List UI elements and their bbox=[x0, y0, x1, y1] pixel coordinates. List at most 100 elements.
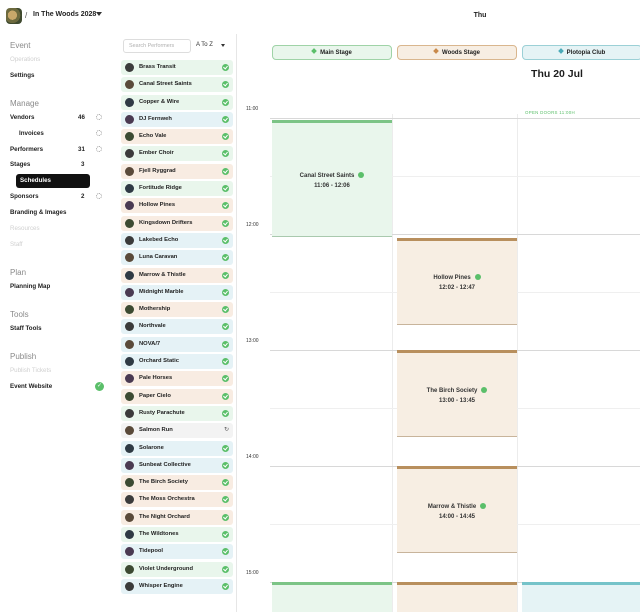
performer-name: Canal Street Saints bbox=[139, 81, 192, 88]
performer-row[interactable]: The Moss Orchestra bbox=[121, 492, 233, 508]
block-time: 12:02 - 12:47 bbox=[438, 285, 476, 292]
performer-name: Solarone bbox=[139, 444, 164, 451]
stage-name: Woods Stage bbox=[442, 50, 480, 56]
block-performer-name: Marrow & Thistle bbox=[397, 502, 517, 510]
check-circle-icon bbox=[222, 185, 229, 193]
performer-row[interactable]: Brass Transit bbox=[121, 60, 233, 75]
event-title[interactable]: In The Woods 2028 bbox=[33, 11, 96, 18]
performer-name: Tidepool bbox=[139, 548, 164, 555]
schedule-block[interactable]: Hollow Pines 12:02 - 12:47 bbox=[397, 237, 517, 325]
performer-row[interactable]: Violet Underground bbox=[121, 561, 233, 577]
performer-list: Brass Transit Canal Street Saints Copper &… bbox=[121, 60, 233, 596]
gear-icon[interactable] bbox=[96, 146, 102, 152]
schedule-block[interactable]: Canal Street Saints 11:06 - 12:06 bbox=[272, 120, 392, 237]
performer-row[interactable]: Hollow Pines bbox=[121, 198, 233, 214]
sidebar: Event Operations Settings Manage Vendors… bbox=[0, 34, 112, 612]
sidebar-item-schedules[interactable]: Schedules bbox=[16, 174, 90, 188]
date-heading: Thu 20 Jul bbox=[531, 68, 583, 80]
performer-row[interactable]: NOVA/7 bbox=[121, 336, 233, 352]
avatar bbox=[125, 391, 134, 401]
performer-row[interactable]: Orchard Static bbox=[121, 354, 233, 370]
schedule-block[interactable] bbox=[522, 581, 640, 612]
event-logo-icon[interactable] bbox=[6, 8, 22, 24]
performer-row[interactable]: Lakebed Echo bbox=[121, 232, 233, 248]
performer-row[interactable]: Rusty Parachute bbox=[121, 405, 233, 421]
avatar bbox=[125, 270, 134, 280]
stage-color-icon bbox=[557, 48, 564, 54]
stage-tab[interactable]: Plotopia Club bbox=[522, 45, 640, 60]
gear-icon[interactable] bbox=[96, 193, 102, 199]
avatar bbox=[125, 322, 134, 332]
schedule-block[interactable]: The Moss Orchestra bbox=[397, 581, 517, 612]
sidebar-item-operations: Operations bbox=[10, 56, 41, 63]
performer-row[interactable]: Mothership bbox=[121, 302, 233, 318]
performer-name: Salmon Run bbox=[139, 427, 173, 434]
performer-row[interactable]: Whisper Engine bbox=[121, 578, 233, 594]
gear-icon[interactable] bbox=[96, 130, 102, 136]
performer-row[interactable]: The Birch Society bbox=[121, 475, 233, 491]
block-title: Marrow & Thistle bbox=[427, 503, 477, 510]
schedule-block[interactable]: The Birch Society 13:00 - 13:45 bbox=[397, 350, 517, 437]
check-circle-icon bbox=[222, 444, 229, 452]
sidebar-item-invoices[interactable]: Invoices bbox=[19, 130, 44, 137]
performer-name: Paper Cielo bbox=[139, 392, 171, 399]
performer-row[interactable]: Midnight Marble bbox=[121, 284, 233, 300]
performer-row[interactable]: Salmon Run ↻ bbox=[121, 423, 233, 439]
performer-row[interactable]: Paper Cielo bbox=[121, 388, 233, 404]
performers-count: 31 bbox=[78, 146, 85, 153]
check-circle-icon bbox=[222, 531, 229, 539]
sidebar-item-stages[interactable]: Stages bbox=[10, 161, 30, 168]
check-circle-icon bbox=[222, 323, 229, 331]
avatar bbox=[125, 235, 134, 245]
avatar bbox=[125, 530, 134, 540]
performer-row[interactable]: Copper & Wire bbox=[121, 94, 233, 110]
performer-row[interactable]: Luna Caravan bbox=[121, 250, 233, 266]
performer-row[interactable]: Canal Street Saints bbox=[121, 77, 233, 93]
search-performers-input[interactable]: Search Performers bbox=[123, 39, 191, 53]
chevron-down-icon[interactable] bbox=[96, 12, 102, 16]
avatar bbox=[125, 149, 134, 159]
performer-row[interactable]: Kingsdown Drifters bbox=[121, 215, 233, 231]
schedule-grid: Thu 20 Jul OPEN DOORS 11:00H Main Stage W… bbox=[237, 34, 640, 612]
performer-row[interactable]: Tidepool bbox=[121, 544, 233, 560]
performer-row[interactable]: Marrow & Thistle bbox=[121, 267, 233, 283]
sidebar-item-vendors[interactable]: Vendors bbox=[10, 114, 34, 121]
stage-tab[interactable]: Main Stage bbox=[272, 45, 392, 60]
check-circle-icon bbox=[222, 236, 229, 244]
performer-row[interactable]: Solarone bbox=[121, 440, 233, 456]
sidebar-item-branding[interactable]: Branding & Images bbox=[10, 209, 66, 216]
hour-gridline bbox=[270, 118, 640, 119]
block-performer-name: The Birch Society bbox=[397, 386, 517, 394]
check-circle-icon bbox=[222, 565, 229, 573]
gear-icon[interactable] bbox=[96, 114, 102, 120]
stage-tab[interactable]: Woods Stage bbox=[397, 45, 517, 60]
performer-row[interactable]: DJ Fernweh bbox=[121, 111, 233, 127]
chevron-down-icon[interactable] bbox=[221, 44, 225, 47]
performer-row[interactable]: Sunbeat Collective bbox=[121, 457, 233, 473]
sort-dropdown[interactable]: A To Z bbox=[196, 42, 213, 48]
avatar bbox=[125, 201, 134, 211]
schedule-block[interactable]: Marrow & Thistle 14:00 - 14:45 bbox=[397, 466, 517, 553]
day-selector[interactable]: Thu bbox=[466, 12, 494, 19]
performer-row[interactable]: The Night Orchard bbox=[121, 509, 233, 525]
performer-row[interactable]: Pale Horses bbox=[121, 371, 233, 387]
performer-name: Violet Underground bbox=[139, 565, 193, 572]
performer-row[interactable]: The Wildtones bbox=[121, 527, 233, 543]
sidebar-item-sponsors[interactable]: Sponsors bbox=[10, 193, 39, 200]
performer-row[interactable]: Echo Vale bbox=[121, 129, 233, 145]
sidebar-item-staff-tools[interactable]: Staff Tools bbox=[10, 325, 42, 332]
block-performer-name: Canal Street Saints bbox=[272, 171, 392, 179]
schedule-block[interactable]: Canal Street Saints bbox=[272, 581, 392, 612]
sidebar-item-planning-map[interactable]: Planning Map bbox=[10, 283, 50, 290]
performer-row[interactable]: Fjell Ryggrad bbox=[121, 163, 233, 179]
breadcrumb-separator: / bbox=[25, 11, 28, 20]
check-circle-icon bbox=[480, 502, 487, 509]
performer-row[interactable]: Ember Choir bbox=[121, 146, 233, 162]
sidebar-item-settings[interactable]: Settings bbox=[10, 72, 34, 79]
sidebar-item-event-website[interactable]: Event Website bbox=[10, 383, 52, 390]
performer-row[interactable]: Fortitude Ridge bbox=[121, 181, 233, 197]
check-circle-icon bbox=[222, 392, 229, 400]
performer-name: Hollow Pines bbox=[139, 202, 176, 209]
performer-row[interactable]: Northvale bbox=[121, 319, 233, 335]
sidebar-item-performers[interactable]: Performers bbox=[10, 146, 43, 153]
